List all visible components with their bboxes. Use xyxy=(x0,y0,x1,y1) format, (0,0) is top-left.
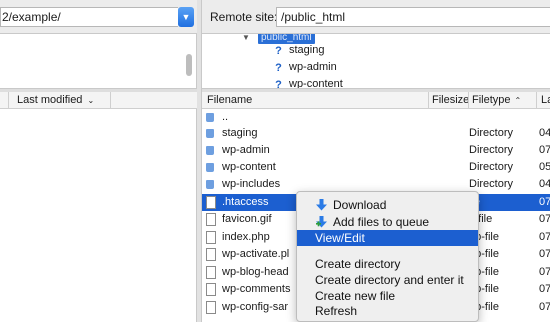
file-last-modified: 07 xyxy=(539,266,550,278)
menu-item-download[interactable]: Download xyxy=(297,197,478,213)
file-icon xyxy=(206,266,216,279)
folder-icon xyxy=(206,163,214,172)
table-row[interactable]: wp-content Directory 05 xyxy=(202,159,550,176)
file-last-modified: 05 xyxy=(539,161,550,173)
file-last-modified: 07 xyxy=(539,231,550,243)
local-filename-column-edge[interactable] xyxy=(0,92,9,108)
local-file-list[interactable] xyxy=(0,109,197,322)
menu-item-label: Download xyxy=(333,198,387,212)
local-last-modified-column[interactable]: Last modified ⌄ xyxy=(17,94,94,106)
folder-icon xyxy=(206,180,214,189)
file-type: Directory xyxy=(469,127,514,139)
local-path-dropdown-button[interactable]: ▼ xyxy=(178,7,194,27)
filetype-column-header[interactable]: Filetype ⌃ xyxy=(472,94,521,106)
file-name: wp-activate.pl xyxy=(222,248,290,260)
menu-item-create-directory-enter[interactable]: Create directory and enter it xyxy=(297,272,478,288)
file-last-modified: 07 xyxy=(539,144,550,156)
file-type: Directory xyxy=(469,178,514,190)
remote-directory-tree[interactable]: ▼ public_html ? staging ? wp-admin ? wp-con… xyxy=(202,34,550,88)
add-to-queue-icon xyxy=(316,216,327,228)
filetype-column-label: Filetype xyxy=(472,94,511,106)
chevron-down-icon: ▼ xyxy=(181,12,191,22)
filename-column-header[interactable]: Filename xyxy=(207,94,252,106)
tree-item-label: wp-admin xyxy=(289,61,337,73)
filesize-column-header[interactable]: Filesize xyxy=(432,94,469,106)
local-path-input[interactable]: 2/example/ xyxy=(0,7,178,27)
file-last-modified: 07 xyxy=(539,196,550,208)
column-separator[interactable] xyxy=(428,92,429,108)
menu-item-label: Refresh xyxy=(315,304,358,318)
tree-item-staging[interactable]: ? staging xyxy=(274,42,324,58)
menu-item-label: Create directory and enter it xyxy=(315,273,464,287)
menu-separator xyxy=(297,246,478,247)
question-icon: ? xyxy=(275,62,282,74)
file-last-modified: 07 xyxy=(539,283,550,295)
file-last-modified: 04 xyxy=(539,178,550,190)
tree-item-wp-admin[interactable]: ? wp-admin xyxy=(274,59,337,75)
file-last-modified: 07 xyxy=(539,213,550,225)
folder-icon xyxy=(206,129,214,138)
local-list-header: Last modified ⌄ xyxy=(0,92,197,109)
file-name: wp-config-sar xyxy=(222,301,289,313)
file-icon xyxy=(206,196,216,209)
file-name: staging xyxy=(222,127,258,139)
file-icon xyxy=(206,248,216,261)
question-icon: ? xyxy=(275,45,282,57)
menu-item-view-edit[interactable]: View/Edit xyxy=(297,230,478,246)
remote-site-bar: Remote site: /public_html xyxy=(202,0,550,34)
remote-site-label: Remote site: xyxy=(210,10,278,24)
menu-item-create-file[interactable]: Create new file xyxy=(297,288,478,304)
context-menu: Download Add files to queue View/Edit Cr… xyxy=(296,191,479,322)
menu-item-refresh[interactable]: Refresh xyxy=(297,303,478,319)
folder-icon xyxy=(206,146,214,155)
file-icon xyxy=(206,231,216,244)
download-arrow-icon xyxy=(316,199,327,211)
tree-expand-arrow-icon[interactable]: ▼ xyxy=(242,34,250,42)
menu-item-label: View/Edit xyxy=(315,231,365,245)
file-name: index.php xyxy=(222,231,270,243)
column-separator[interactable] xyxy=(536,92,537,108)
question-icon: ? xyxy=(275,79,282,88)
table-row[interactable]: .. xyxy=(202,109,550,126)
file-type: Directory xyxy=(469,144,514,156)
file-name: wp-admin xyxy=(222,144,270,156)
folder-icon xyxy=(206,113,214,122)
sort-ascending-icon: ⌃ xyxy=(514,96,522,105)
file-last-modified: 04 xyxy=(539,127,550,139)
file-icon xyxy=(206,213,216,226)
local-directory-tree[interactable] xyxy=(0,34,197,88)
local-site-bar: 2/example/ ▼ xyxy=(0,0,197,34)
chevron-down-icon: ⌄ xyxy=(87,96,95,105)
remote-path-input[interactable]: /public_html xyxy=(276,7,550,27)
menu-item-label: Create directory xyxy=(315,257,401,271)
column-separator[interactable] xyxy=(110,92,111,108)
menu-item-label: Create new file xyxy=(315,289,396,303)
file-name: .. xyxy=(222,111,229,123)
file-name: wp-blog-head xyxy=(222,266,289,278)
file-name: wp-content xyxy=(222,161,276,173)
last-modified-column-header[interactable]: La xyxy=(541,94,550,106)
menu-item-label: Add files to queue xyxy=(333,215,430,229)
tree-item-label: wp-content xyxy=(289,78,343,88)
menu-item-add-to-queue[interactable]: Add files to queue xyxy=(297,214,478,230)
file-last-modified: 07 xyxy=(539,301,550,313)
tree-item-label: staging xyxy=(289,44,325,56)
file-name: wp-comments xyxy=(222,283,291,295)
file-icon xyxy=(206,283,216,296)
tree-item-wp-content[interactable]: ? wp-content xyxy=(274,76,343,88)
file-name: favicon.gif xyxy=(222,213,272,225)
remote-list-header: Filename Filesize Filetype⌃ La xyxy=(202,92,550,109)
file-last-modified: 07 xyxy=(539,248,550,260)
menu-item-create-directory[interactable]: Create directory xyxy=(297,256,478,272)
file-name: wp-includes xyxy=(222,178,281,190)
file-type: Directory xyxy=(469,161,514,173)
column-separator[interactable] xyxy=(468,92,469,108)
file-name: .htaccess xyxy=(222,196,269,208)
local-tree-scrollbar[interactable] xyxy=(186,54,192,76)
file-icon xyxy=(206,301,216,314)
table-row[interactable]: staging Directory 04 xyxy=(202,125,550,142)
table-row[interactable]: wp-admin Directory 07 xyxy=(202,142,550,159)
local-last-modified-label: Last modified xyxy=(17,94,83,106)
